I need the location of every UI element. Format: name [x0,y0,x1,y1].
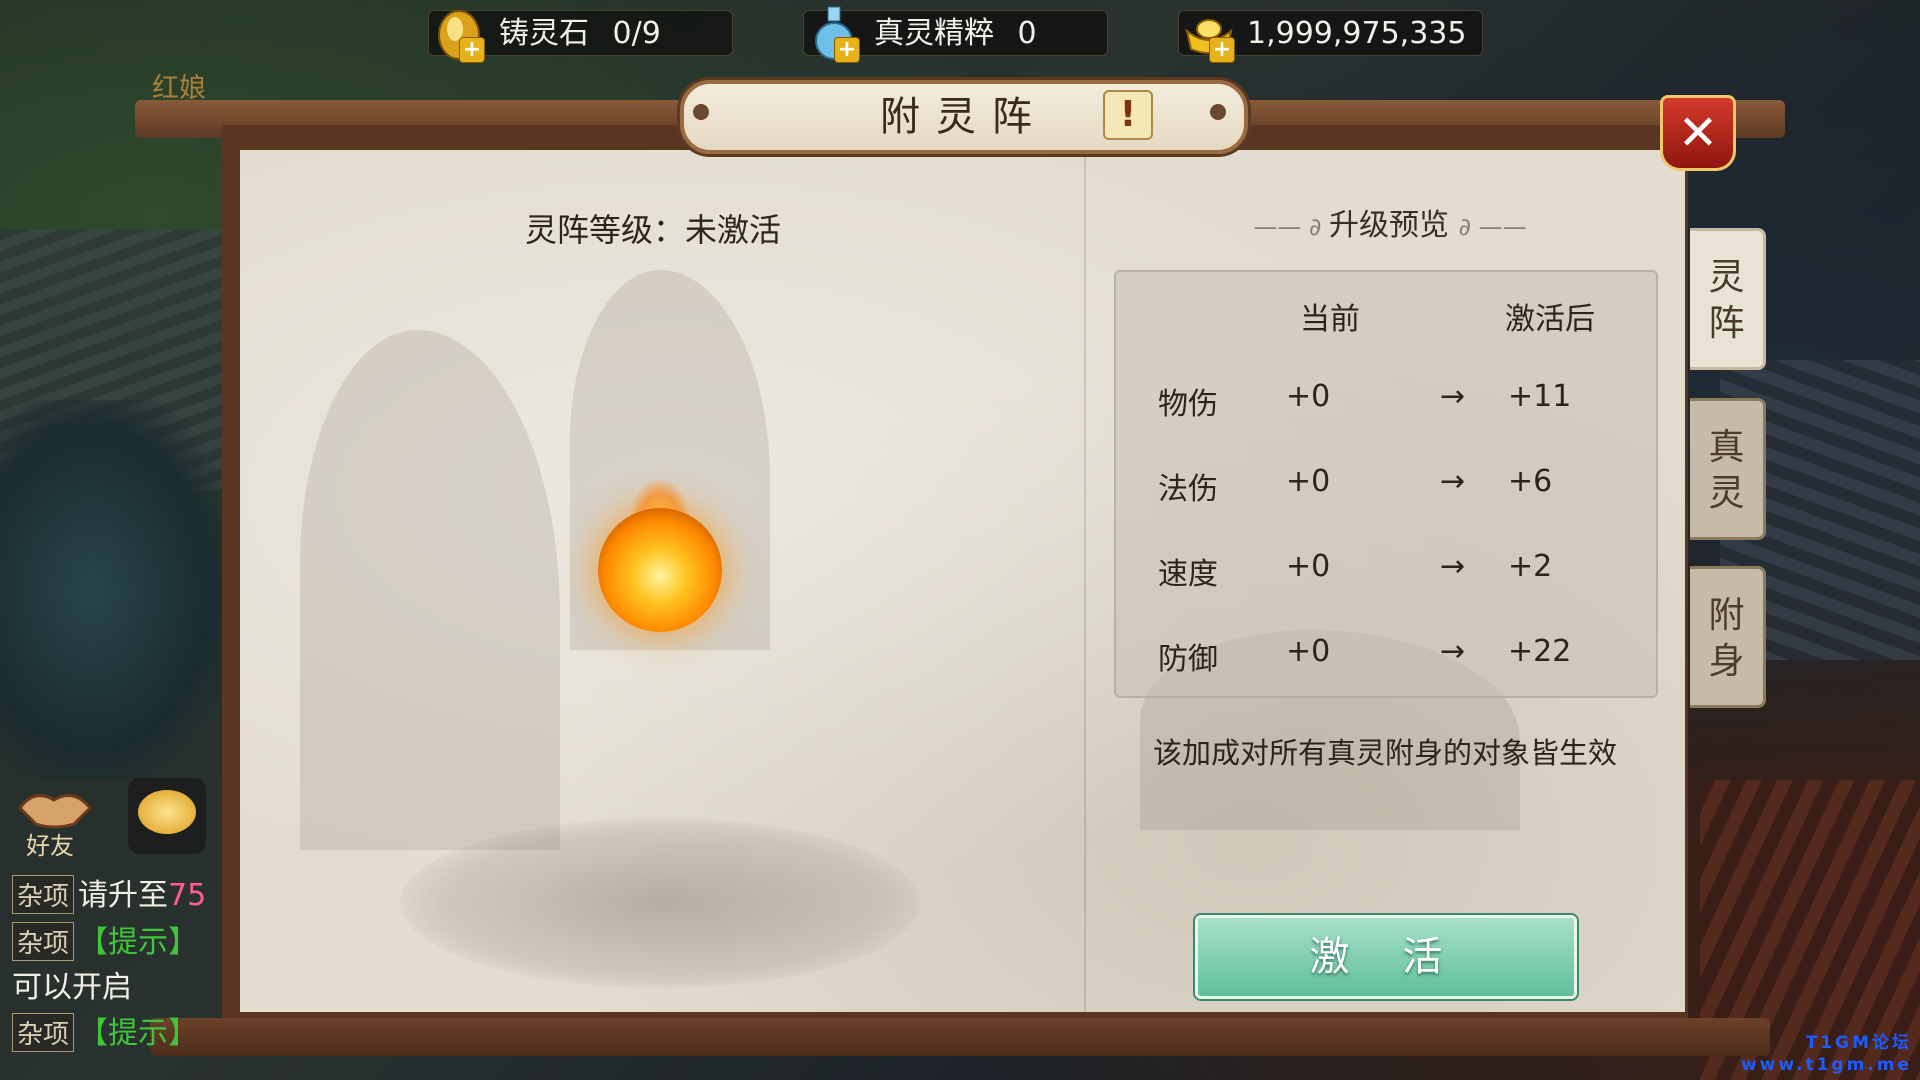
add-essence-button[interactable]: + [834,37,860,63]
resource-label: 铸灵石 [499,16,589,51]
preview-heading: —— ∂ 升级预览 ∂ —— [1180,200,1600,244]
arrow-icon: → [1440,379,1466,414]
watermark-title: T1GM论坛 [1805,1033,1912,1053]
activate-button[interactable]: 激 活 [1195,915,1577,999]
table-row: 防御 +0 → +22 [1114,626,1654,677]
chat-text: 【提示】 [78,925,199,960]
chat-channel-tag: 杂项 [12,922,75,961]
resource-spirit-stone[interactable]: + 铸灵石 0/9 [428,10,733,63]
stat-after: +11 [1508,379,1572,414]
spirit-orb[interactable] [598,508,722,632]
chat-channel-tag: 杂项 [12,1013,75,1052]
watermark: T1GM论坛 www.t1gm.me [1741,1032,1912,1076]
stat-after: +22 [1508,634,1572,669]
stat-current: +0 [1286,379,1331,414]
table-row: 速度 +0 → +2 [1114,541,1654,592]
plaque-knob-right [1210,104,1226,120]
stat-name: 速度 [1158,557,1218,592]
chat-channel-tag: 杂项 [12,875,75,914]
dialog-title: 附灵阵 [880,94,1048,140]
friends-button[interactable]: 好友 [14,778,96,860]
column-header-current: 当前 [1300,302,1360,337]
column-header-after: 激活后 [1505,302,1595,337]
arrow-icon: → [1440,549,1466,584]
tab-possession[interactable]: 附 身 [1690,566,1766,708]
add-gold-button[interactable]: + [1209,37,1235,63]
chat-bubble-icon [138,790,196,834]
add-spirit-stone-button[interactable]: + [459,37,485,63]
arrow-icon: → [1440,464,1466,499]
chat-highlight: 75 [168,878,207,913]
friends-label: 好友 [26,832,74,860]
chat-message[interactable]: 杂项 【提示】 [12,1008,199,1052]
title-plaque: 附灵阵 [680,80,1248,154]
chat-message[interactable]: 杂项 请升至75 [12,870,207,914]
table-row: 物伤 +0 → +11 [1114,371,1654,422]
yin-yang-platform [400,818,920,988]
array-level-label: 灵阵等级：未激活 [525,211,782,249]
stat-name: 防御 [1158,642,1218,677]
chat-text: 可以开启 [12,970,132,1005]
resource-value: 1,999,975,335 [1247,16,1467,51]
stat-after: +6 [1508,464,1553,499]
panel-divider [1084,150,1086,1012]
stat-name: 法伤 [1158,472,1218,507]
info-button[interactable]: ! [1103,90,1153,140]
close-icon: ✕ [1677,105,1719,161]
chat-message[interactable]: 可以开启 [12,962,132,1005]
stat-current: +0 [1286,634,1331,669]
frame-bottom-beam [150,1018,1770,1056]
plaque-knob-left [693,104,709,120]
chat-message[interactable]: 杂项 【提示】 [12,917,199,961]
tab-true-spirit[interactable]: 真 灵 [1690,398,1766,540]
resource-gold[interactable]: + 1,999,975,335 [1178,10,1483,63]
resource-value: 0 [1017,16,1037,51]
stat-after: +2 [1508,549,1553,584]
arrow-icon: → [1440,634,1466,669]
bonus-note: 该加成对所有真灵附身的对象皆生效 [1152,736,1617,770]
chat-text: 【提示】 [78,1016,199,1051]
resource-value: 0/9 [612,16,661,51]
stat-current: +0 [1286,464,1331,499]
close-button[interactable]: ✕ [1660,95,1736,171]
resource-label: 真灵精粹 [874,16,994,51]
chat-button[interactable] [128,778,206,854]
chat-text: 请升至 [78,878,169,913]
stat-current: +0 [1286,549,1331,584]
heading-deco-left-icon: —— ∂ [1253,213,1330,241]
watermark-url: www.t1gm.me [1740,1055,1912,1075]
preview-heading-text: 升级预览 [1329,208,1450,243]
table-row: 法伤 +0 → +6 [1114,456,1654,507]
heading-deco-right-icon: ∂ —— [1458,213,1527,241]
background-pond [0,400,230,780]
tab-spirit-array[interactable]: 灵 阵 [1690,228,1766,370]
stat-name: 物伤 [1158,387,1218,422]
resource-essence[interactable]: + 真灵精粹 0 [803,6,1108,63]
